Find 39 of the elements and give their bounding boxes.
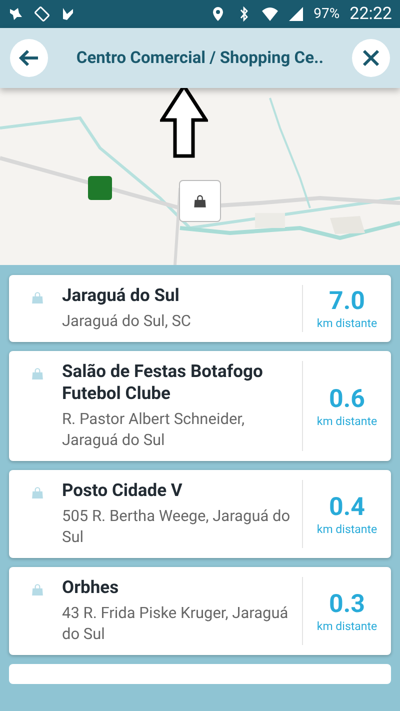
distance-value: 0.3 [329, 590, 365, 618]
distance-unit: km distante [316, 618, 378, 632]
place-name: Salão de Festas Botafogo Futebol Clube [62, 361, 264, 405]
place-address: Jaraguá do Sul, SC [62, 311, 192, 332]
distance-unit: km distante [316, 316, 378, 330]
place-card[interactable]: Orbhes 43 R. Frida Piske Kruger, Jaraguá do Sul 0.3 km distante [9, 567, 391, 655]
back-arrow-icon [18, 47, 40, 69]
distance-unit: km distante [316, 522, 378, 536]
wifi-icon [262, 6, 278, 22]
place-name: Posto Cidade V [62, 480, 184, 502]
back-button[interactable] [10, 39, 48, 77]
map-marker[interactable] [179, 180, 221, 222]
distance-value: 0.4 [329, 492, 365, 522]
page-title: Centro Comercial / Shopping Ce.. [75, 48, 325, 68]
place-card[interactable]: Salão de Festas Botafogo Futebol Clube R. Pastor Albert Schneider, Jaraguá do Sul 0.6 km distante [9, 351, 391, 461]
place-name: Jaraguá do Sul [62, 285, 180, 307]
distance-value: 0.6 [329, 384, 365, 414]
distance-value: 7.0 [329, 287, 365, 316]
place-name: Orbhes [62, 577, 120, 599]
bag-icon [31, 583, 44, 596]
close-icon [360, 47, 382, 69]
place-address: 505 R. Bertha Weege, Jaraguá do Sul [62, 506, 292, 548]
place-address: 43 R. Frida Piske Kruger, Jaraguá do Sul [62, 603, 290, 645]
checkmark-icon [60, 6, 76, 22]
place-address: R. Pastor Albert Schneider, Jaraguá do Sul [62, 409, 246, 451]
battery-level: 97% [314, 6, 340, 22]
place-card[interactable]: Jaraguá do Sul Jaraguá do Sul, SC 7.0 km distante [9, 275, 391, 342]
place-card[interactable]: Posto Cidade V 505 R. Bertha Weege, Jaraguá do Sul 0.4 km distante [9, 470, 391, 558]
signal-icon [288, 6, 304, 22]
bag-icon [193, 194, 207, 208]
bag-icon [31, 367, 44, 380]
app-icon [8, 6, 24, 22]
distance-unit: km distante [316, 414, 378, 428]
screen-rotation-icon [34, 6, 50, 22]
up-arrow-icon [160, 88, 208, 158]
close-button[interactable] [352, 39, 390, 77]
bag-icon [31, 291, 44, 304]
bag-icon [31, 486, 44, 499]
clock: 22:22 [350, 4, 392, 24]
